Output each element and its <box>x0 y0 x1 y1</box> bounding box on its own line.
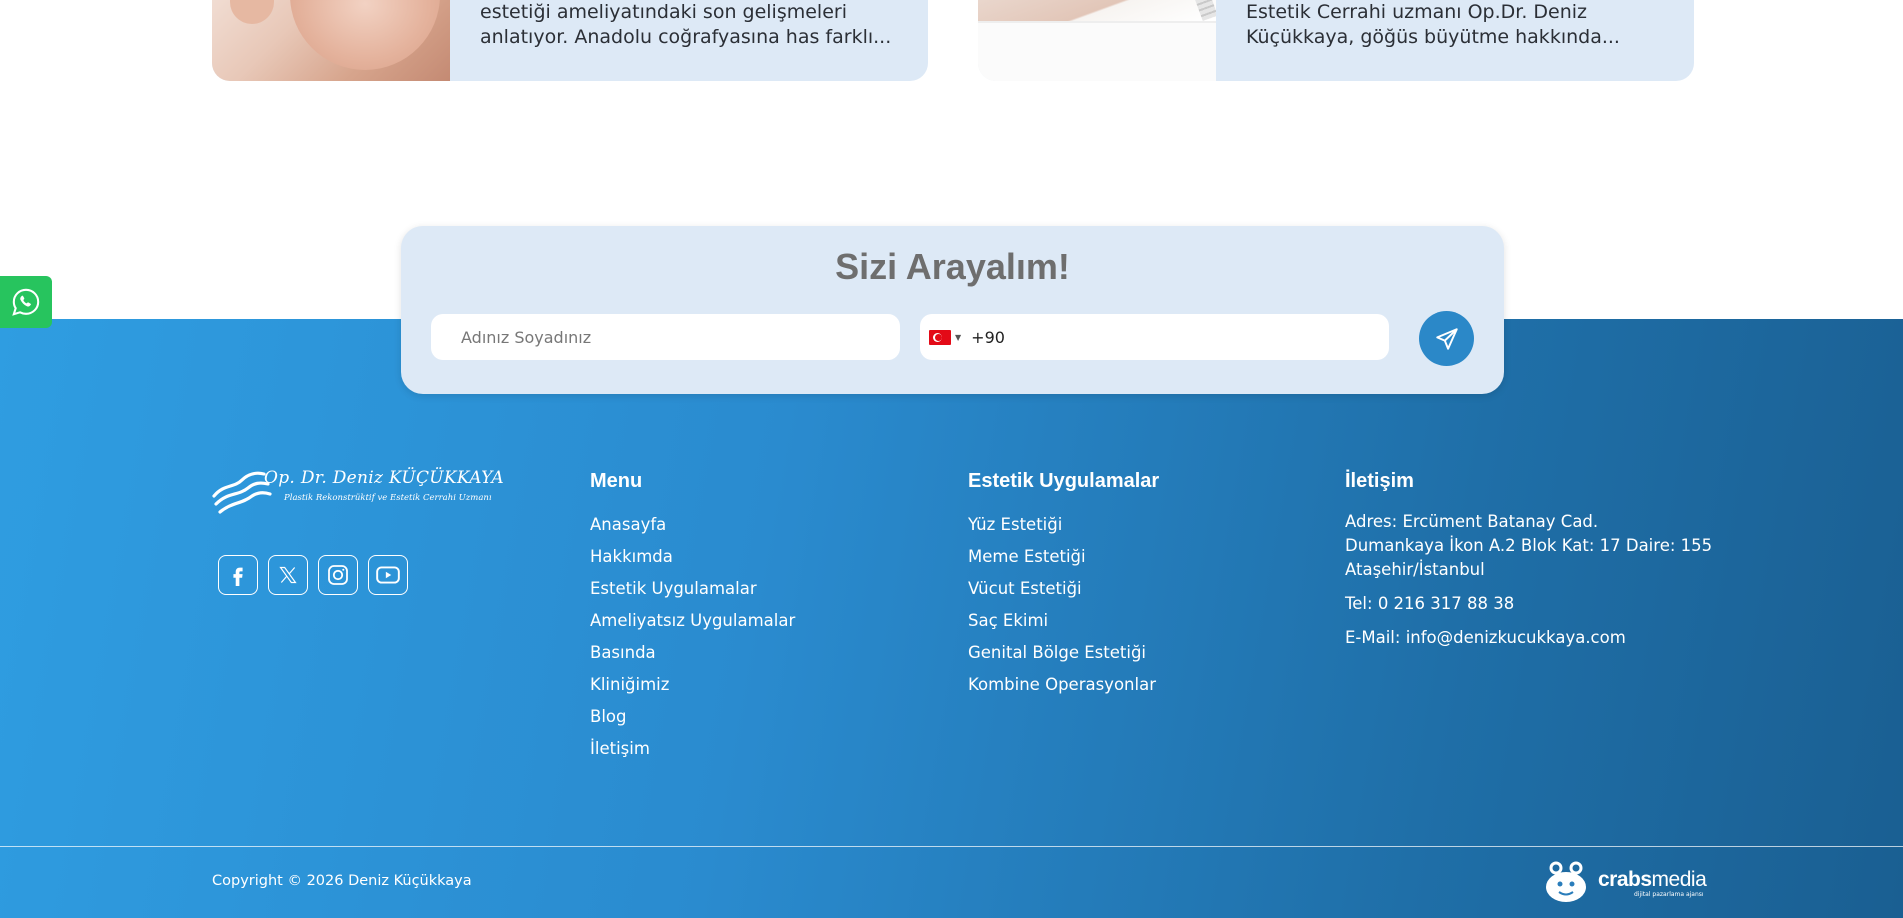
logo-subtitle: Plastik Rekonstrüktif ve Estetik Cerrahi… <box>284 493 492 503</box>
contact-title: İletişim <box>1345 470 1414 492</box>
blog-card-excerpt: Estetik Cerrahi uzmanı Op.Dr. Deniz Küçü… <box>1216 0 1650 81</box>
agency-logo[interactable]: crabsmedia dijital pazarlama ajansı <box>1542 860 1707 904</box>
menu-item-estetik-uygulamalar[interactable]: Estetik Uygulamalar <box>590 578 795 610</box>
site-logo[interactable]: Op. Dr. Deniz KÜÇÜKKAYA Plastik Rekonstr… <box>212 466 504 518</box>
paper-plane-icon <box>1435 327 1458 350</box>
callback-form: Sizi Arayalım! ▼ +90 <box>401 226 1504 394</box>
name-input[interactable] <box>431 314 900 360</box>
facebook-icon <box>233 567 243 586</box>
address-line: Ataşehir/İstanbul <box>1345 560 1485 579</box>
agency-tagline: dijital pazarlama ajansı <box>1634 891 1704 898</box>
menu-item-anasayfa[interactable]: Anasayfa <box>590 514 795 546</box>
estetik-item-kombine[interactable]: Kombine Operasyonlar <box>968 674 1156 706</box>
estetik-list: Yüz Estetiği Meme Estetiği Vücut Estetiğ… <box>968 514 1156 706</box>
footer-divider <box>0 846 1903 847</box>
agency-name: crabsmedia <box>1598 868 1707 892</box>
whatsapp-icon <box>12 288 40 316</box>
blog-card-excerpt-line: Küçükkaya, göğüs büyütme hakkında... <box>1246 26 1620 48</box>
blog-card-excerpt-line: estetiği ameliyatındaki son gelişmeleri <box>480 1 847 23</box>
estetik-item-genital[interactable]: Genital Bölge Estetiği <box>968 642 1156 674</box>
menu-item-klinigimiz[interactable]: Kliniğimiz <box>590 674 795 706</box>
menu-item-ameliyatsiz-uygulamalar[interactable]: Ameliyatsız Uygulamalar <box>590 610 795 642</box>
contact-address: Adres: Ercüment Batanay Cad. Dumankaya İ… <box>1345 510 1712 582</box>
menu-item-hakkimda[interactable]: Hakkımda <box>590 546 795 578</box>
menu-item-blog[interactable]: Blog <box>590 706 795 738</box>
contact-email[interactable]: E-Mail: info@denizkucukkaya.com <box>1345 626 1712 650</box>
facebook-link[interactable] <box>218 555 258 595</box>
blog-card-excerpt-line: anlatıyor. Anadolu coğrafyasına has fark… <box>480 26 892 48</box>
x-twitter-icon <box>279 566 297 584</box>
address-line: Dumankaya İkon A.2 Blok Kat: 17 Daire: 1… <box>1345 536 1713 555</box>
contact-phone[interactable]: Tel: 0 216 317 88 38 <box>1345 592 1712 616</box>
estetik-item-yuz[interactable]: Yüz Estetiği <box>968 514 1156 546</box>
instagram-link[interactable] <box>318 555 358 595</box>
blog-card-excerpt-line: Estetik Cerrahi uzmanı Op.Dr. Deniz <box>1246 1 1588 23</box>
wave-logo-icon <box>212 471 272 514</box>
menu-item-iletisim[interactable]: İletişim <box>590 738 795 770</box>
menu-title: Menu <box>590 470 643 492</box>
phone-code: +90 <box>971 327 1005 347</box>
menu-list: Anasayfa Hakkımda Estetik Uygulamalar Am… <box>590 514 795 770</box>
whatsapp-button[interactable] <box>0 276 52 328</box>
estetik-item-vucut[interactable]: Vücut Estetiği <box>968 578 1156 610</box>
blog-card[interactable]: estetiği ameliyatındaki son gelişmeleri … <box>212 0 928 81</box>
phone-input[interactable]: ▼ +90 <box>920 314 1389 360</box>
x-twitter-link[interactable] <box>268 555 308 595</box>
estetik-item-sac-ekimi[interactable]: Saç Ekimi <box>968 610 1156 642</box>
estetik-title: Estetik Uygulamalar <box>968 470 1160 492</box>
address-line: Adres: Ercüment Batanay Cad. <box>1345 512 1599 531</box>
blog-card[interactable]: Estetik Cerrahi uzmanı Op.Dr. Deniz Küçü… <box>978 0 1694 81</box>
crab-icon <box>1546 861 1586 902</box>
copyright: Copyright © 2026 Deniz Küçükkaya <box>212 873 472 889</box>
agency-name-light: media <box>1651 868 1707 891</box>
blog-card-excerpt: estetiği ameliyatındaki son gelişmeleri … <box>450 0 921 81</box>
youtube-link[interactable] <box>368 555 408 595</box>
callback-title: Sizi Arayalım! <box>835 246 1070 287</box>
youtube-icon <box>376 566 400 584</box>
contact-info: Adres: Ercüment Batanay Cad. Dumankaya İ… <box>1345 510 1712 650</box>
turkey-flag-icon[interactable] <box>929 329 951 345</box>
agency-name-bold: crabs <box>1598 868 1652 891</box>
send-button[interactable] <box>1419 311 1474 366</box>
estetik-item-meme[interactable]: Meme Estetiği <box>968 546 1156 578</box>
blog-card-image[interactable] <box>978 0 1216 81</box>
instagram-icon <box>328 565 348 585</box>
country-dropdown-caret-icon[interactable]: ▼ <box>955 333 961 342</box>
logo-name: Op. Dr. Deniz KÜÇÜKKAYA <box>264 468 504 488</box>
menu-item-basinda[interactable]: Basında <box>590 642 795 674</box>
blog-card-image[interactable] <box>212 0 450 81</box>
